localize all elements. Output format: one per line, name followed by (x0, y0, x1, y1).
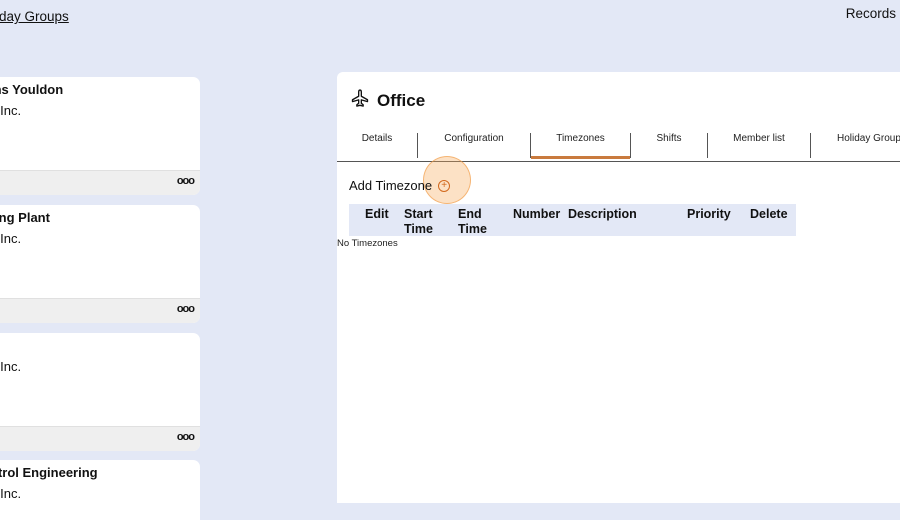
holiday-groups-link[interactable]: iday Groups (0, 9, 69, 24)
table-header: Edit Start Time End Time Number Descript… (349, 204, 796, 236)
airplane-icon (349, 88, 371, 113)
tab-shifts[interactable]: Shifts (631, 126, 707, 161)
add-circle-icon[interactable]: + (438, 179, 451, 192)
column-header: Priority (687, 207, 731, 221)
tab-timezones[interactable]: Timezones (531, 126, 630, 159)
list-card[interactable]: ring Plant y Inc. ooo (0, 205, 200, 323)
card-subtitle: y Inc. (0, 231, 22, 246)
more-options-icon[interactable]: ooo (177, 303, 195, 315)
list-card[interactable]: ntrol Engineering y Inc. (0, 460, 200, 520)
card-subtitle: y Inc. (0, 103, 22, 118)
card-footer: ooo (0, 170, 200, 195)
more-options-icon[interactable]: ooo (177, 431, 195, 443)
page-title: Office (377, 90, 426, 110)
card-subtitle: y Inc. (0, 486, 22, 501)
tab-bar: Details Configuration Timezones Shifts M… (337, 126, 900, 162)
add-timezone-row[interactable]: Add Timezone + (349, 178, 451, 193)
tab-configuration[interactable]: Configuration (418, 126, 530, 161)
column-header: Description (568, 207, 637, 221)
tab-details[interactable]: Details (337, 126, 417, 161)
list-card[interactable]: y Inc. ooo (0, 333, 200, 451)
list-card[interactable]: ins Youldon y Inc. ooo (0, 77, 200, 195)
column-header: Delete (750, 207, 788, 221)
detail-panel: Office Details Configuration Timezones S… (337, 72, 900, 503)
records-label[interactable]: Records (846, 6, 896, 21)
card-footer: ooo (0, 426, 200, 451)
column-header: Edit (365, 207, 389, 221)
card-subtitle: y Inc. (0, 359, 22, 374)
more-options-icon[interactable]: ooo (177, 175, 195, 187)
column-header: Number (513, 207, 561, 221)
tab-holiday-group[interactable]: Holiday Group (811, 126, 900, 161)
tab-member-list[interactable]: Member list (708, 126, 810, 161)
empty-state-message: No Timezones (337, 238, 398, 249)
card-title: ring Plant (0, 210, 50, 225)
card-footer: ooo (0, 298, 200, 323)
card-title: ntrol Engineering (0, 465, 98, 480)
column-header: End Time (458, 207, 487, 236)
column-header: Start Time (404, 207, 433, 236)
card-title: ins Youldon (0, 82, 64, 97)
add-timezone-label[interactable]: Add Timezone (349, 178, 432, 193)
panel-header: Office (349, 88, 425, 113)
